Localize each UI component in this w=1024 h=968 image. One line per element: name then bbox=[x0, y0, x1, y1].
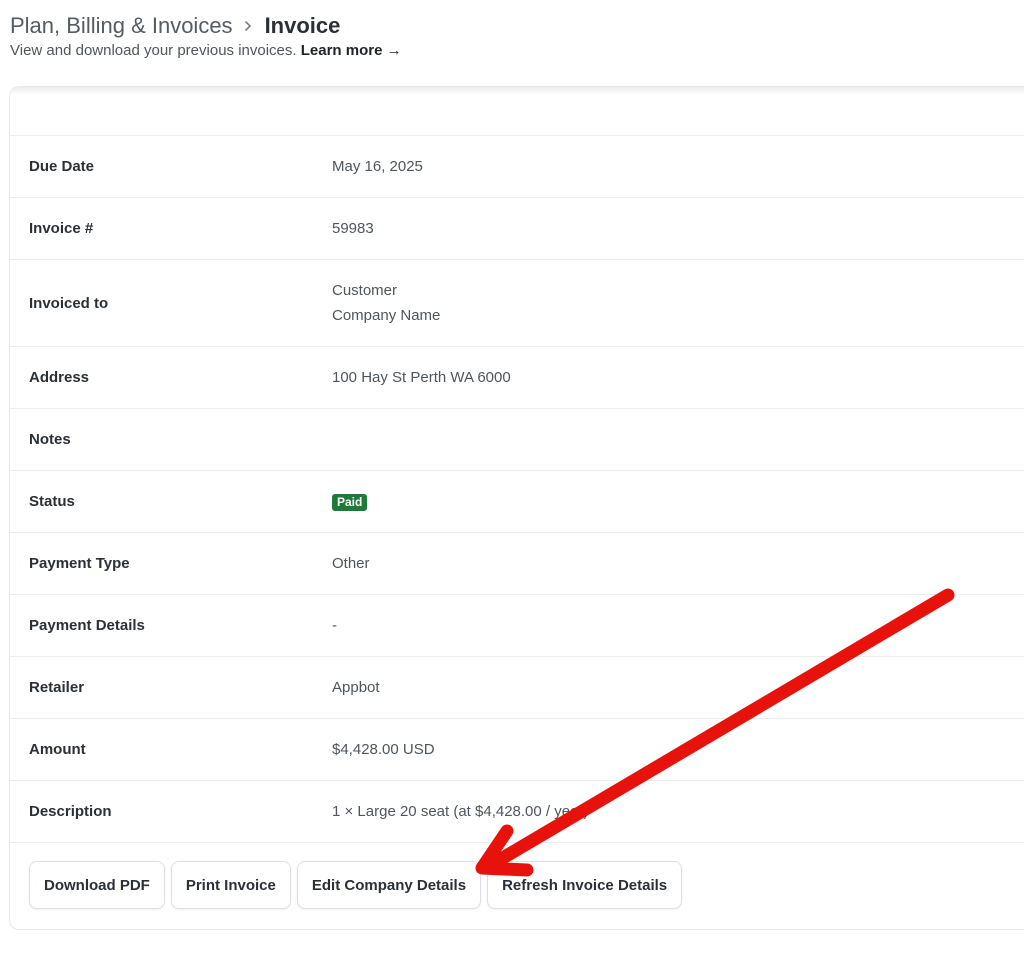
row-value: - bbox=[332, 617, 337, 634]
row-value: 59983 bbox=[332, 220, 374, 237]
invoice-actions: Download PDF Print Invoice Edit Company … bbox=[29, 861, 683, 909]
row-amount: Amount $4,428.00 USD bbox=[10, 719, 1024, 781]
row-label: Payment Type bbox=[29, 555, 130, 572]
row-address: Address 100 Hay St Perth WA 6000 bbox=[10, 347, 1024, 409]
row-label: Description bbox=[29, 803, 112, 820]
row-value: $4,428.00 USD bbox=[332, 741, 435, 758]
invoice-details-table: Due Date May 16, 2025 Invoice # 59983 In… bbox=[10, 135, 1024, 843]
row-value: 100 Hay St Perth WA 6000 bbox=[332, 369, 511, 386]
invoiced-to-line-2: Company Name bbox=[332, 307, 441, 324]
row-due-date: Due Date May 16, 2025 bbox=[10, 136, 1024, 198]
page-subtitle: View and download your previous invoices… bbox=[10, 42, 1024, 59]
row-invoiced-to: Invoiced to Customer Company Name bbox=[10, 260, 1024, 347]
row-payment-type: Payment Type Other bbox=[10, 533, 1024, 595]
row-label: Invoiced to bbox=[29, 294, 109, 312]
page-title: Invoice bbox=[264, 13, 341, 38]
status-badge: Paid bbox=[332, 494, 368, 511]
invoice-page: Plan, Billing & Invoices Invoice View an… bbox=[0, 0, 1024, 968]
row-value: May 16, 2025 bbox=[332, 158, 423, 175]
row-value: Customer Company Name bbox=[332, 278, 440, 328]
subtitle-text: View and download your previous invoices… bbox=[10, 42, 297, 59]
row-payment-details: Payment Details - bbox=[10, 595, 1024, 657]
download-pdf-button[interactable]: Download PDF bbox=[29, 861, 165, 909]
invoice-card: Due Date May 16, 2025 Invoice # 59983 In… bbox=[9, 86, 1024, 930]
row-label: Payment Details bbox=[29, 617, 145, 634]
row-label: Address bbox=[29, 369, 90, 386]
invoiced-to-line-1: Customer bbox=[332, 282, 398, 299]
row-description: Description 1 × Large 20 seat (at $4,428… bbox=[10, 781, 1024, 843]
row-value: 1 × Large 20 seat (at $4,428.00 / year) bbox=[332, 803, 589, 820]
row-status: Status Paid bbox=[10, 471, 1024, 533]
row-label: Invoice # bbox=[29, 220, 94, 237]
row-label: Notes bbox=[29, 431, 71, 448]
row-notes: Notes bbox=[10, 409, 1024, 471]
learn-more-link[interactable]: Learn more → bbox=[301, 42, 402, 59]
page-header: Plan, Billing & Invoices Invoice View an… bbox=[10, 12, 1024, 59]
row-label: Status bbox=[29, 493, 75, 510]
row-label: Due Date bbox=[29, 158, 95, 175]
row-invoice-number: Invoice # 59983 bbox=[10, 198, 1024, 260]
row-label: Retailer bbox=[29, 679, 85, 696]
row-value: Appbot bbox=[332, 679, 380, 696]
breadcrumb-parent-link[interactable]: Plan, Billing & Invoices bbox=[10, 12, 233, 40]
chevron-right-icon bbox=[244, 21, 251, 31]
refresh-invoice-details-button[interactable]: Refresh Invoice Details bbox=[487, 861, 683, 909]
edit-company-details-button[interactable]: Edit Company Details bbox=[296, 861, 482, 909]
row-label: Amount bbox=[29, 741, 86, 758]
print-invoice-button[interactable]: Print Invoice bbox=[170, 861, 291, 909]
breadcrumb: Plan, Billing & Invoices Invoice bbox=[10, 12, 1024, 40]
card-top-shadow bbox=[10, 87, 1024, 95]
row-retailer: Retailer Appbot bbox=[10, 657, 1024, 719]
row-value: Other bbox=[332, 555, 370, 572]
row-value: Paid bbox=[332, 489, 368, 514]
